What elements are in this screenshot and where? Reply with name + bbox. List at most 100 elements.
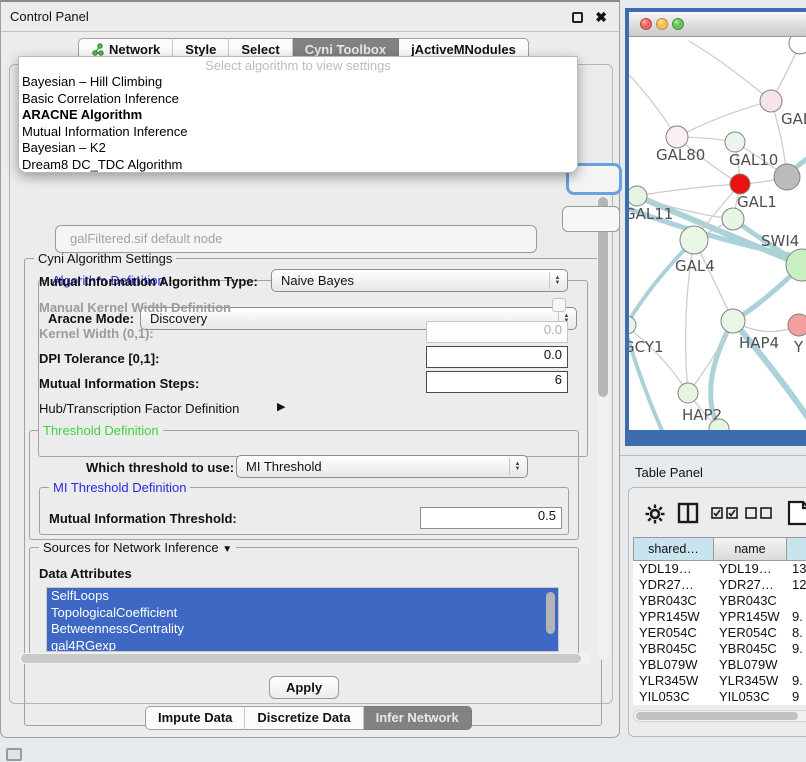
network-node[interactable] xyxy=(774,164,800,190)
table-row[interactable]: YER054CYER054C8. xyxy=(633,625,806,641)
network-edge[interactable] xyxy=(637,184,740,196)
algorithm-option[interactable]: Basic Correlation Inference xyxy=(19,91,577,108)
table-cell: YDR27… xyxy=(713,577,786,593)
mi-threshold-label: Mutual Information Threshold: xyxy=(49,511,237,526)
table-row[interactable]: YDL19…YDL19…13 xyxy=(633,561,806,577)
column-header-1[interactable]: shared… xyxy=(633,537,713,561)
algorithm-dropdown-items: Bayesian – Hill ClimbingBasic Correlatio… xyxy=(19,74,577,173)
algorithm-option[interactable]: Mutual Information Inference xyxy=(19,124,577,141)
kernel-width-field[interactable]: 0.0 xyxy=(426,321,568,343)
select-all-checkboxes-icon[interactable] xyxy=(711,507,739,519)
table-horizontal-scrollbar[interactable] xyxy=(633,710,806,722)
table-row[interactable]: YLR345WYLR345W9. xyxy=(633,673,806,689)
apply-button[interactable]: Apply xyxy=(269,676,339,699)
columns-icon[interactable] xyxy=(677,502,699,524)
tab-discretize-data[interactable]: Discretize Data xyxy=(245,706,363,730)
network-view-window[interactable]: GALGAL80GAL10GAL1GAL11SWI4GAL4GCY1HAP4YH… xyxy=(625,8,806,446)
network-node-hap4[interactable] xyxy=(721,309,745,333)
network-edge[interactable] xyxy=(629,240,694,329)
attributes-scrollbar[interactable] xyxy=(545,589,556,650)
table-row[interactable]: YBR043CYBR043C xyxy=(633,593,806,609)
network-edge[interactable] xyxy=(689,41,771,101)
dpi-tolerance-field[interactable]: 0.0 xyxy=(426,346,568,368)
network-node-gal80[interactable] xyxy=(666,126,688,148)
float-window-icon[interactable] xyxy=(572,12,583,23)
tab-infer-network[interactable]: Infer Network xyxy=(364,706,472,730)
which-threshold-combo[interactable]: MI Threshold ▲▼ xyxy=(236,455,528,478)
close-icon[interactable]: ✖ xyxy=(595,9,607,26)
deselect-all-checkboxes-icon[interactable] xyxy=(745,507,773,519)
network-node-gal11[interactable] xyxy=(629,186,647,206)
table-cell: YLR345W xyxy=(713,673,786,689)
gear-icon[interactable] xyxy=(645,504,665,524)
settings-vertical-scrollbar[interactable] xyxy=(597,192,609,660)
node-label: GAL11 xyxy=(629,205,673,223)
data-attributes-list[interactable]: SelfLoopsTopologicalCoefficientBetweenne… xyxy=(46,587,559,652)
mi-threshold-definition-title: MI Threshold Definition xyxy=(49,480,190,495)
network-node-gal10[interactable] xyxy=(725,132,745,152)
manual-kernel-checkbox[interactable] xyxy=(552,298,566,312)
minimized-panel-icon[interactable] xyxy=(6,748,22,761)
algorithm-option[interactable]: ARACNE Algorithm xyxy=(19,107,577,124)
table-body: YDL19…YDL19…13YDR27…YDR27…12YBR043CYBR04… xyxy=(633,561,806,705)
network-node-gcy1[interactable] xyxy=(629,316,636,334)
mi-steps-field[interactable]: 6 xyxy=(426,371,568,393)
combo-stepper-icon[interactable]: ▲▼ xyxy=(549,272,565,289)
node-label: GAL4 xyxy=(675,257,715,275)
collapse-down-arrow-icon[interactable]: ▼ xyxy=(222,544,232,555)
tab-label: Infer Network xyxy=(376,710,459,725)
algorithm-dropdown-hint: Select algorithm to view settings xyxy=(19,58,577,74)
expand-right-arrow-icon[interactable]: ▶ xyxy=(277,400,285,413)
network-node-gal1[interactable] xyxy=(730,174,750,194)
sources-title-text: Sources for Network Inference xyxy=(43,540,219,555)
algorithm-option[interactable]: Bayesian – K2 xyxy=(19,140,577,157)
mi-threshold-field[interactable]: 0.5 xyxy=(420,507,562,529)
mi-algorithm-type-value: Naive Bayes xyxy=(281,273,354,288)
mi-algorithm-type-combo[interactable]: Naive Bayes ▲▼ xyxy=(271,269,568,292)
attribute-item[interactable]: BetweennessCentrality xyxy=(47,621,558,638)
algorithm-option[interactable]: Dream8 DC_TDC Algorithm xyxy=(19,157,577,174)
network-node-gal4[interactable] xyxy=(680,226,708,254)
settings-horizontal-scrollbar[interactable] xyxy=(19,653,591,664)
table-row[interactable]: YPR145WYPR145W9. xyxy=(633,609,806,625)
algorithm-option[interactable]: Bayesian – Hill Climbing xyxy=(19,74,577,91)
column-header-2[interactable]: name xyxy=(713,537,786,561)
node-label: Y xyxy=(793,338,804,356)
network-window-titlebar[interactable] xyxy=(629,12,806,37)
network-node-y[interactable] xyxy=(788,314,806,336)
network-edge[interactable] xyxy=(629,327,688,393)
table-row[interactable]: YIL053CYIL053C9 xyxy=(633,689,806,705)
network-node-hap2[interactable] xyxy=(678,383,698,403)
table-cell: YPR145W xyxy=(713,609,786,625)
network-graph[interactable]: GALGAL80GAL10GAL1GAL11SWI4GAL4GCY1HAP4YH… xyxy=(629,37,806,430)
table-row[interactable]: YBR045CYBR045C9. xyxy=(633,641,806,657)
table-cell: YPR145W xyxy=(633,609,713,625)
algorithm-dropdown: Select algorithm to view settings Bayesi… xyxy=(18,56,578,173)
table-row[interactable]: YDR27…YDR27…12 xyxy=(633,577,806,593)
table-row[interactable]: YBL079WYBL079W xyxy=(633,657,806,673)
data-table-combo[interactable]: galFiltered.sif default node xyxy=(55,225,537,253)
node-table[interactable]: shared…nameA YDL19…YDL19…13YDR27…YDR27…1… xyxy=(633,537,806,707)
network-node-gal[interactable] xyxy=(760,90,782,112)
document-icon[interactable] xyxy=(787,500,806,526)
attribute-item[interactable]: TopologicalCoefficient xyxy=(47,605,558,622)
table-cell: YBR043C xyxy=(713,593,786,609)
combo-stepper-icon[interactable]: ▲▼ xyxy=(509,458,525,475)
column-header-3[interactable]: A xyxy=(786,537,806,561)
attribute-item[interactable]: SelfLoops xyxy=(47,588,558,605)
tab-impute-data[interactable]: Impute Data xyxy=(145,706,245,730)
network-edge[interactable] xyxy=(629,75,677,137)
table-cell: YDL19… xyxy=(633,561,713,577)
network-edge[interactable] xyxy=(677,101,771,137)
attribute-item[interactable]: gal4RGexp xyxy=(47,638,558,653)
table-panel-title: Table Panel xyxy=(635,465,703,480)
threshold-definition-title: Threshold Definition xyxy=(39,423,163,438)
network-node-swi4[interactable] xyxy=(722,208,744,230)
hidden-combo-fragment[interactable] xyxy=(562,206,620,232)
mac-close-icon[interactable] xyxy=(640,18,652,30)
mac-minimize-icon[interactable] xyxy=(656,18,668,30)
network-node[interactable] xyxy=(789,37,806,54)
hub-section-label[interactable]: Hub/Transcription Factor Definition xyxy=(39,401,239,416)
mac-zoom-icon[interactable] xyxy=(672,18,684,30)
network-canvas[interactable]: GALGAL80GAL10GAL1GAL11SWI4GAL4GCY1HAP4YH… xyxy=(629,37,806,430)
